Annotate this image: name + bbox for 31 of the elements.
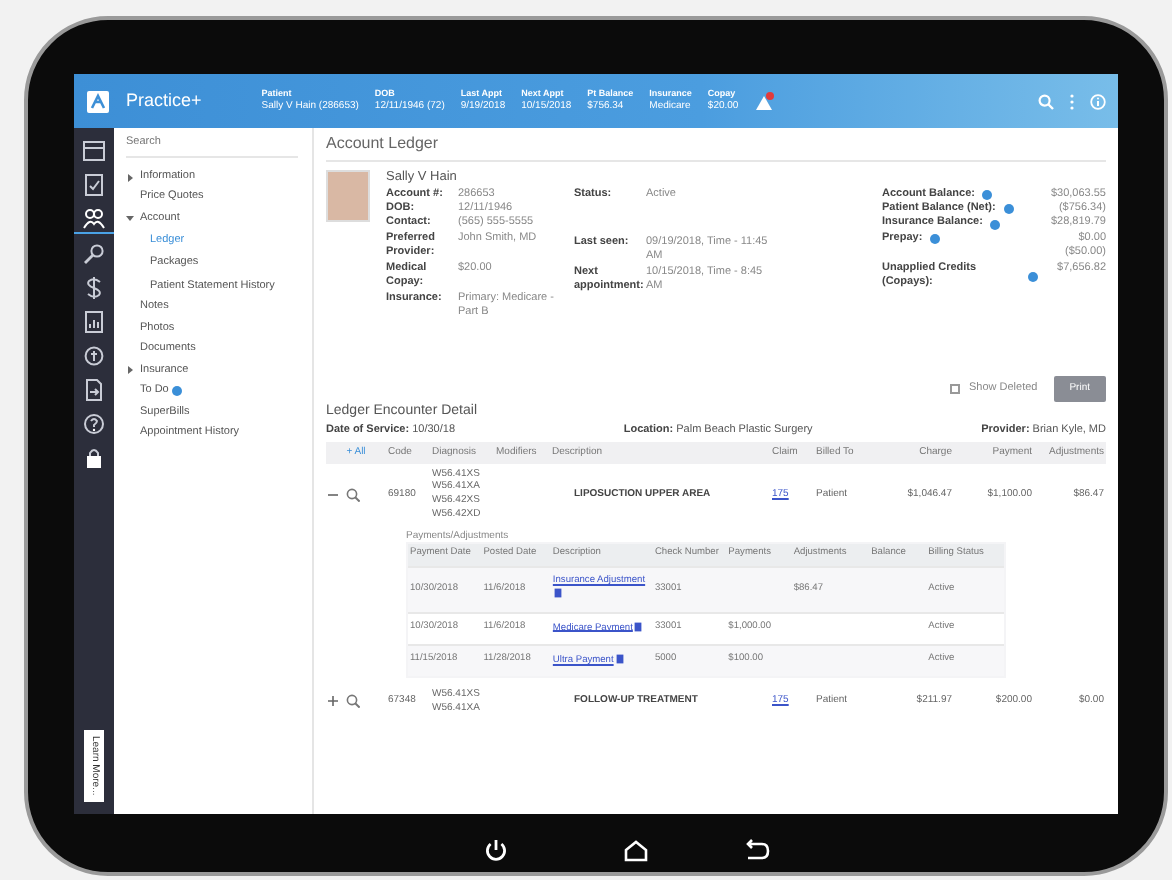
document-icon[interactable] bbox=[615, 653, 624, 664]
chart-icon bbox=[82, 310, 106, 334]
app-logo-text: Practice+ bbox=[126, 88, 202, 114]
power-icon[interactable] bbox=[484, 837, 512, 861]
dollar-icon bbox=[82, 276, 106, 300]
calendar-icon bbox=[82, 138, 106, 162]
caret-icon[interactable] bbox=[126, 173, 134, 182]
document-icon[interactable] bbox=[554, 588, 563, 599]
clipboard-icon bbox=[82, 172, 106, 196]
info-icon bbox=[172, 386, 183, 397]
info-icon bbox=[1028, 271, 1038, 282]
collapse-icon[interactable] bbox=[328, 489, 338, 500]
search-icon[interactable] bbox=[346, 694, 360, 709]
home-icon[interactable] bbox=[622, 837, 650, 861]
sidebar-tab[interactable] bbox=[74, 204, 114, 234]
caret-icon[interactable] bbox=[126, 366, 134, 375]
file-icon bbox=[82, 378, 106, 402]
expand-icon[interactable] bbox=[328, 696, 338, 707]
document-icon[interactable] bbox=[634, 621, 643, 632]
back-icon[interactable] bbox=[742, 837, 770, 861]
photo-placeholder bbox=[326, 169, 370, 222]
alert-icon[interactable] bbox=[754, 91, 775, 111]
info-icon bbox=[930, 234, 941, 245]
logo-icon bbox=[86, 89, 110, 113]
caret-icon[interactable] bbox=[126, 214, 134, 223]
people-icon bbox=[82, 206, 106, 230]
page-title: Account Ledger bbox=[326, 134, 1106, 162]
help-icon bbox=[82, 412, 106, 436]
lock-icon bbox=[82, 446, 106, 470]
search-icon[interactable] bbox=[346, 487, 360, 502]
checkbox[interactable] bbox=[950, 384, 961, 395]
